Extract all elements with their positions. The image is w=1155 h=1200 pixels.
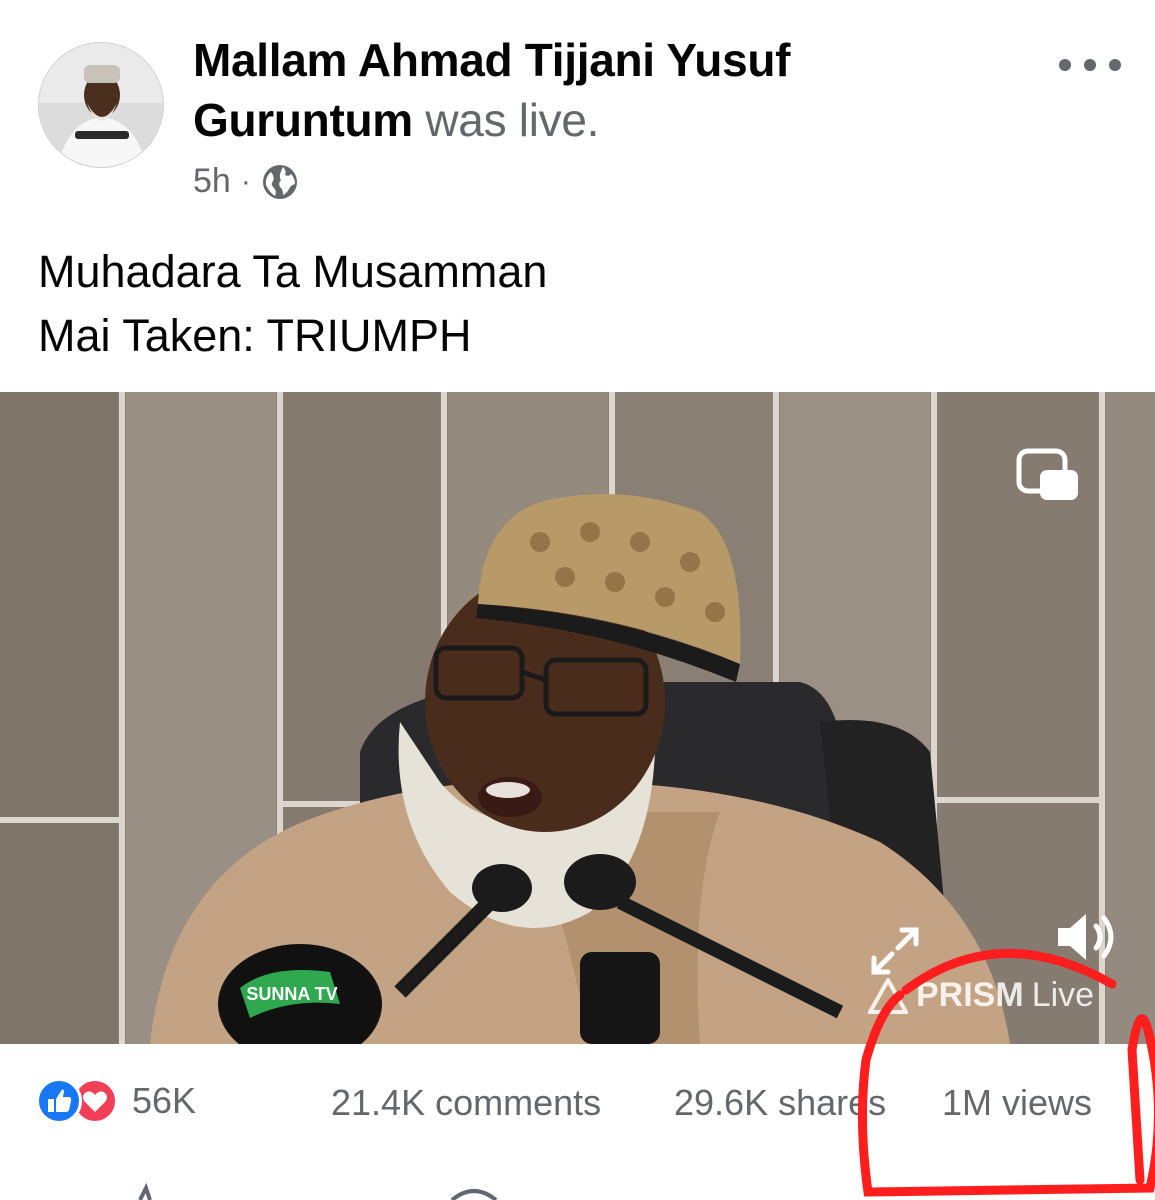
more-options-icon[interactable]	[1055, 50, 1125, 80]
comments-count[interactable]: 21.4K comments	[331, 1082, 601, 1124]
video-frame: SUNNA TV	[0, 392, 1155, 1044]
watermark-live: Live	[1031, 976, 1095, 1014]
author-avatar[interactable]	[38, 42, 164, 168]
watermark-brand: PRISM	[916, 976, 1024, 1014]
action-bar-partial	[138, 1182, 498, 1200]
like-icon	[36, 1078, 82, 1124]
speaker-icon[interactable]	[1052, 906, 1122, 968]
caption-line-1: Muhadara Ta Musamman	[38, 246, 548, 297]
picture-in-picture-icon[interactable]	[1016, 448, 1082, 504]
live-status-text: was live.	[425, 94, 600, 146]
prism-logo-icon	[868, 977, 908, 1014]
shares-count[interactable]: 29.6K shares	[674, 1082, 886, 1124]
globe-icon	[261, 163, 299, 201]
prism-live-watermark: PRISM Live	[868, 976, 1094, 1015]
views-count: 1M views	[942, 1082, 1093, 1123]
mic-logo-text: SUNNA TV	[246, 984, 337, 1004]
facebook-post: Mallam Ahmad Tijjani Yusuf Guruntum was …	[0, 0, 1155, 1200]
reaction-count: 56K	[132, 1080, 197, 1121]
post-timestamp[interactable]: 5h	[193, 162, 231, 201]
caption-line-2: Mai Taken: TRIUMPH	[38, 310, 472, 361]
post-header: Mallam Ahmad Tijjani Yusuf Guruntum was …	[193, 30, 953, 150]
video-player[interactable]: SUNNA TV	[0, 392, 1155, 1044]
post-meta: 5h ·	[193, 162, 299, 201]
meta-separator: ·	[240, 164, 251, 198]
post-caption: Muhadara Ta Musamman Mai Taken: TRIUMPH	[38, 240, 1118, 368]
reactions-summary[interactable]: 56K	[36, 1078, 196, 1124]
expand-icon[interactable]	[866, 922, 924, 980]
